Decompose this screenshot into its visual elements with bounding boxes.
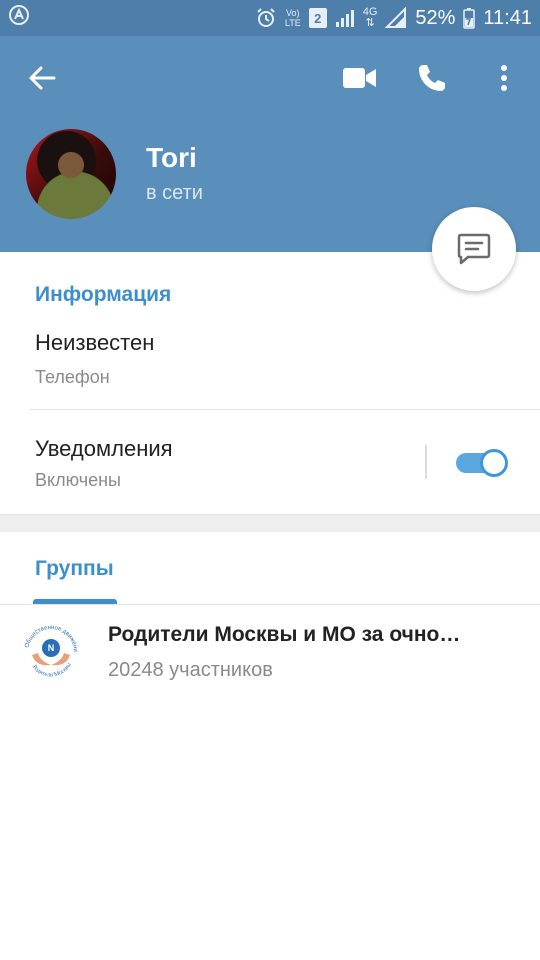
- data-type-indicator: 4G ⇅: [363, 7, 378, 29]
- more-menu-button[interactable]: [488, 58, 520, 98]
- toggle-knob: [480, 449, 508, 477]
- group-member-count: 20248 участников: [108, 659, 273, 681]
- video-camera-icon: [343, 68, 376, 88]
- profile-name: Tori: [146, 142, 197, 173]
- notifications-value: Включены: [35, 470, 121, 490]
- info-section-title: Информация: [35, 283, 172, 306]
- group-avatar-logo: Общественное движение N Родители Москвы: [18, 617, 82, 683]
- volte-icon: Vo) LTE: [285, 8, 301, 28]
- phone-value[interactable]: Неизвестен: [35, 330, 154, 356]
- alarm-icon: [255, 7, 277, 29]
- video-call-button[interactable]: [336, 58, 384, 98]
- svg-text:N: N: [48, 643, 55, 653]
- signal-icon: [335, 8, 355, 28]
- phone-icon: [419, 65, 445, 91]
- volte-label-bottom: LTE: [284, 18, 301, 28]
- group-name: Родители Москвы и МО за очно…: [108, 623, 461, 646]
- avatar[interactable]: [26, 129, 116, 219]
- tab-groups[interactable]: Группы: [33, 545, 117, 605]
- status-left: [8, 4, 30, 32]
- more-vertical-icon: [501, 65, 507, 91]
- notifications-toggle[interactable]: [456, 449, 508, 477]
- battery-charging-icon: [463, 7, 476, 29]
- section-gap: [0, 514, 540, 532]
- notifications-row[interactable]: Уведомления Включены: [0, 410, 540, 514]
- clock: 11:41: [483, 6, 532, 29]
- back-button[interactable]: [20, 60, 64, 96]
- online-status: в сети: [146, 182, 203, 204]
- battery-percent: 52%: [415, 6, 456, 29]
- tab-groups-label: Группы: [35, 557, 114, 580]
- volte-label-top: Vo): [286, 8, 300, 18]
- status-bar: Vo) LTE 2 4G ⇅ 52% 11:41: [0, 0, 540, 36]
- call-button[interactable]: [410, 58, 454, 98]
- phone-label: Телефон: [35, 367, 110, 387]
- vertical-separator: [425, 445, 427, 479]
- status-right: Vo) LTE 2 4G ⇅ 52% 11:41: [255, 7, 532, 30]
- data-arrows-icon: ⇅: [365, 17, 375, 29]
- signal-2-icon: [385, 7, 407, 29]
- list-item[interactable]: Общественное движение N Родители Москвы …: [0, 605, 540, 695]
- app-notification-icon: [8, 4, 30, 32]
- arrow-left-icon: [29, 66, 56, 90]
- chat-bubble-icon: [457, 233, 491, 265]
- sim-slot-badge: 2: [308, 8, 327, 28]
- send-message-button[interactable]: [432, 207, 516, 291]
- notifications-title: Уведомления: [35, 436, 173, 461]
